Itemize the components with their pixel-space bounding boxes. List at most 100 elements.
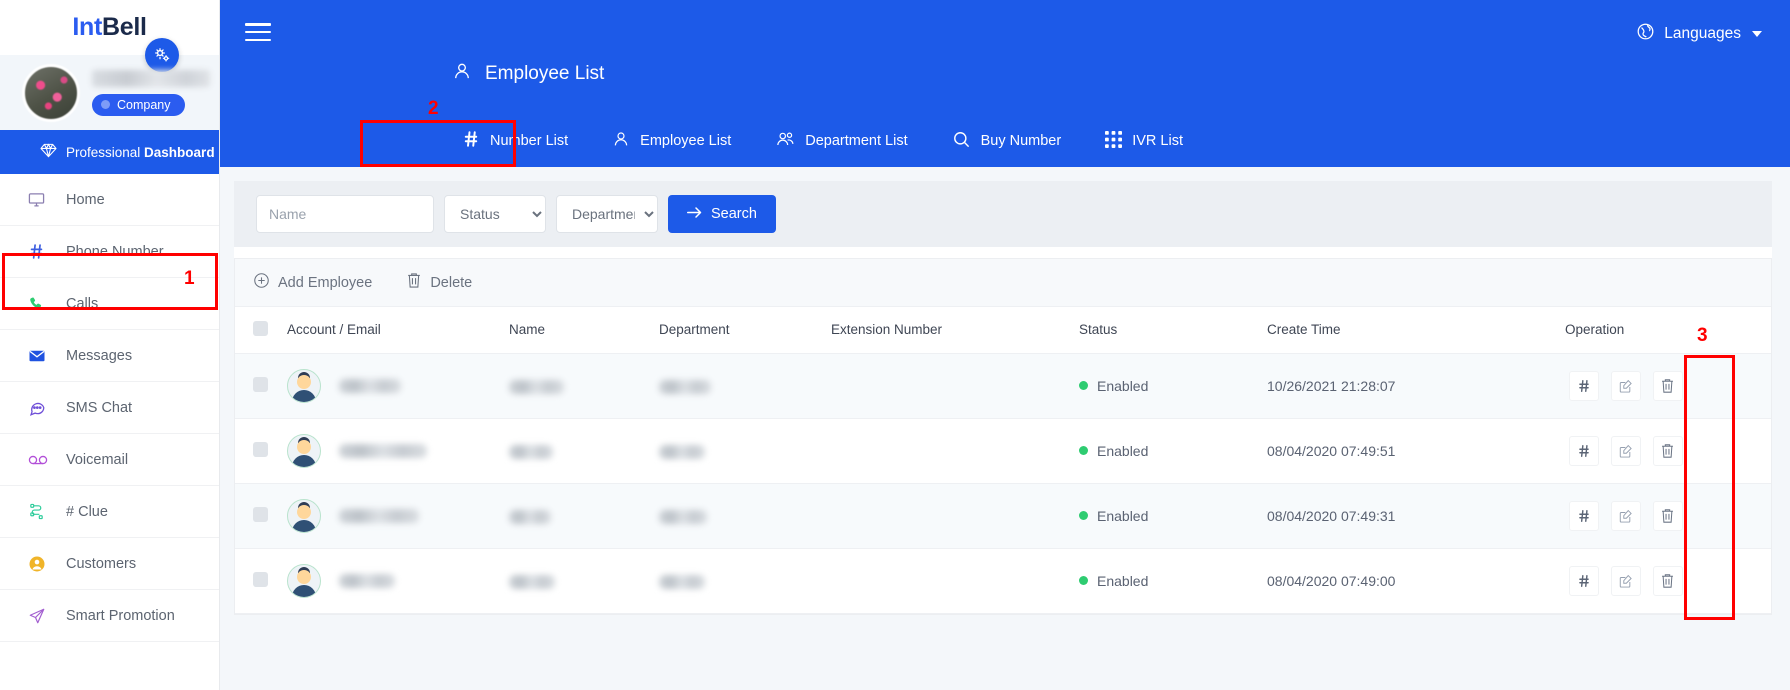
sidebar-item-smart-promotion[interactable]: Smart Promotion <box>0 590 219 642</box>
operation-delete-button[interactable] <box>1652 435 1683 466</box>
sidebar-item-home[interactable]: Home <box>0 174 219 226</box>
hash-icon <box>28 243 58 260</box>
table-row[interactable]: Enabled 08/04/2020 07:49:51 <box>235 418 1771 484</box>
cell-create-time: 08/04/2020 07:49:31 <box>1267 483 1565 549</box>
cell-department <box>659 483 831 549</box>
professional-dashboard-banner[interactable]: Professional Dashboard <box>0 130 219 174</box>
cell-department <box>659 548 831 614</box>
tab-department-list[interactable]: Department List <box>753 115 929 167</box>
column-extension-number: Extension Number <box>831 307 1079 354</box>
status-label: Enabled <box>1097 572 1149 589</box>
tab-number-list[interactable]: Number List <box>452 115 590 167</box>
operation-edit-button[interactable] <box>1610 565 1641 596</box>
cell-extension-number <box>831 483 1079 549</box>
operation-delete-button[interactable] <box>1652 565 1683 596</box>
operation-edit-button[interactable] <box>1610 435 1641 466</box>
avatar <box>287 368 321 403</box>
chevron-down-icon <box>1752 31 1762 37</box>
tab-label: IVR List <box>1132 133 1183 149</box>
profile-block: Company <box>0 38 219 130</box>
app-root: Int Bell Company Professional Dashboard … <box>0 0 1790 690</box>
select-all-checkbox[interactable] <box>253 320 268 336</box>
operation-hash-button[interactable] <box>1569 565 1599 596</box>
status-badge: Enabled <box>1079 443 1267 459</box>
status-select[interactable]: Status <box>444 195 546 233</box>
hash-icon <box>462 130 480 152</box>
department-redacted <box>659 444 705 459</box>
phone-icon <box>28 296 58 312</box>
tab-buy-number[interactable]: Buy Number <box>930 115 1084 167</box>
table-row[interactable]: Enabled 08/04/2020 07:49:31 <box>235 483 1771 549</box>
search-icon <box>952 130 971 153</box>
table-toolbar: Add Employee Delete <box>235 259 1771 307</box>
content-area: Status Department Search <box>220 167 1790 690</box>
column-status: Status <box>1079 307 1267 354</box>
department-select[interactable]: Department <box>556 195 658 233</box>
table-row[interactable]: Enabled 10/26/2021 21:28:07 <box>235 353 1771 419</box>
row-checkbox[interactable] <box>253 441 268 457</box>
operation-hash-button[interactable] <box>1569 370 1599 401</box>
search-button-label: Search <box>711 206 757 222</box>
operation-delete-button[interactable] <box>1652 370 1683 401</box>
trash-icon <box>406 272 422 293</box>
user-icon <box>612 130 630 152</box>
operation-delete-button[interactable] <box>1652 500 1683 531</box>
cell-operation <box>1565 483 1771 549</box>
department-redacted <box>659 509 707 524</box>
gears-icon[interactable] <box>145 38 179 72</box>
cell-name <box>509 353 659 419</box>
table-row[interactable]: Enabled 08/04/2020 07:49:00 <box>235 548 1771 614</box>
department-redacted <box>659 379 711 394</box>
search-button[interactable]: Search <box>668 195 776 233</box>
sidebar-item-voicemail[interactable]: Voicemail <box>0 434 219 486</box>
row-checkbox[interactable] <box>253 506 268 522</box>
cell-create-time: 08/04/2020 07:49:00 <box>1267 548 1565 614</box>
column-name: Name <box>509 307 659 354</box>
cell-operation <box>1565 548 1771 614</box>
voicemail-icon <box>28 453 58 467</box>
language-selector[interactable]: Languages <box>1636 22 1762 46</box>
cell-account-email <box>287 483 509 549</box>
table-header-row: Account / Email Name Department Extensio… <box>235 307 1771 354</box>
operation-hash-button[interactable] <box>1569 500 1599 531</box>
status-dot-icon <box>1079 446 1088 455</box>
tab-ivr-list[interactable]: IVR List <box>1083 115 1205 167</box>
page-title-label: Employee List <box>485 63 605 84</box>
row-checkbox[interactable] <box>253 376 268 392</box>
account-email-redacted <box>338 508 419 523</box>
delete-button[interactable]: Delete <box>406 272 472 293</box>
operation-edit-button[interactable] <box>1610 500 1641 531</box>
tab-employee-list[interactable]: Employee List <box>590 115 753 167</box>
sidebar-item-label: SMS Chat <box>66 399 133 416</box>
sidebar-item-sms-chat[interactable]: SMS Chat <box>0 382 219 434</box>
add-employee-button[interactable]: Add Employee <box>253 272 372 293</box>
hamburger-icon[interactable] <box>245 23 271 41</box>
cell-name <box>509 418 659 484</box>
status-dot-icon <box>1079 576 1088 585</box>
column-create-time: Create Time <box>1267 307 1565 354</box>
professional-dashboard-label: Professional Dashboard <box>66 144 215 160</box>
company-badge-dot <box>101 100 110 109</box>
brand-logo[interactable]: Int Bell <box>0 0 219 55</box>
employee-table: Account / Email Name Department Extensio… <box>235 307 1771 614</box>
sidebar-item-clue[interactable]: # Clue <box>0 486 219 538</box>
row-checkbox[interactable] <box>253 571 268 587</box>
tab-label: Department List <box>805 133 908 149</box>
name-redacted <box>509 574 555 589</box>
sidebar-item-customers[interactable]: Customers <box>0 538 219 590</box>
sidebar-item-label: Messages <box>66 347 133 364</box>
cell-status: Enabled <box>1079 418 1267 484</box>
sidebar-item-messages[interactable]: Messages <box>0 330 219 382</box>
plus-circle-icon <box>253 272 270 293</box>
status-badge: Enabled <box>1079 378 1267 394</box>
name-redacted <box>509 444 553 459</box>
cell-extension-number <box>831 353 1079 419</box>
sidebar: Int Bell Company Professional Dashboard … <box>0 0 220 690</box>
annotation-number-2: 2 <box>428 98 439 119</box>
sidebar-item-label: Customers <box>66 555 137 572</box>
table-body: Enabled 10/26/2021 21:28:07 Enabled 08/0… <box>235 353 1771 614</box>
row-checkbox-cell <box>235 548 287 614</box>
search-name-input[interactable] <box>256 195 434 233</box>
operation-edit-button[interactable] <box>1610 370 1641 401</box>
operation-hash-button[interactable] <box>1569 435 1599 466</box>
